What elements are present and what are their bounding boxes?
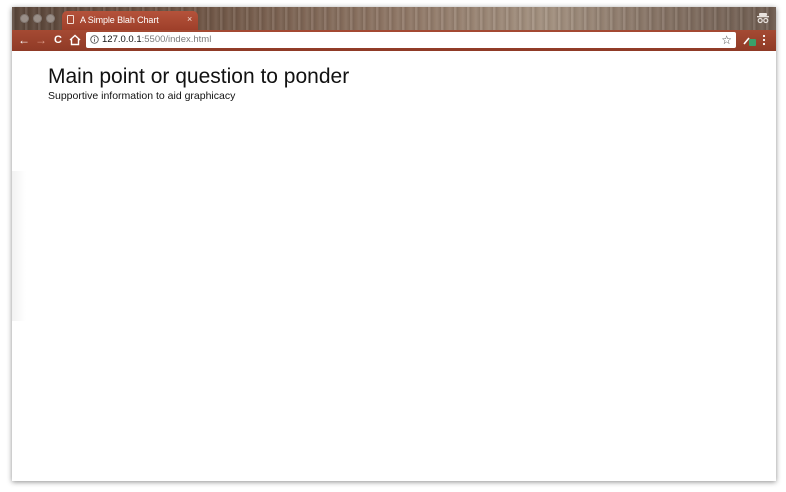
title-bar: A Simple Blah Chart × [12, 7, 776, 30]
document-icon [67, 15, 74, 24]
home-icon [69, 34, 81, 46]
incognito-icon[interactable] [757, 12, 769, 24]
bookmark-star-icon[interactable]: ☆ [721, 33, 732, 47]
page-content: Main point or question to ponder Support… [12, 51, 776, 481]
browser-toolbar: ← → C 127.0.0.1:5500/index.html ☆ [12, 30, 776, 51]
home-button[interactable] [68, 33, 82, 47]
tab-active[interactable]: A Simple Blah Chart × [62, 11, 198, 30]
zoom-window-button[interactable] [46, 14, 55, 23]
reload-button[interactable]: C [51, 33, 65, 47]
forward-button[interactable]: → [34, 33, 48, 47]
info-icon[interactable] [90, 35, 99, 44]
page-subtitle: Supportive information to aid graphicacy [48, 90, 236, 102]
extension-icon[interactable] [743, 34, 757, 47]
close-window-button[interactable] [20, 14, 29, 23]
minimize-window-button[interactable] [33, 14, 42, 23]
back-button[interactable]: ← [17, 33, 31, 47]
page-title: Main point or question to ponder [48, 65, 350, 88]
edge-shadow [12, 171, 26, 321]
browser-window: A Simple Blah Chart × ← → C 127.0.0.1:55… [12, 7, 776, 481]
url-path: :5500/index.html [141, 34, 212, 45]
kebab-menu-icon[interactable] [761, 34, 767, 46]
url-host: 127.0.0.1 [102, 34, 142, 45]
tab-title: A Simple Blah Chart [80, 15, 159, 25]
url-text[interactable]: 127.0.0.1:5500/index.html [102, 34, 211, 45]
tab-close-icon[interactable]: × [187, 14, 192, 24]
address-bar[interactable]: 127.0.0.1:5500/index.html ☆ [86, 32, 736, 48]
